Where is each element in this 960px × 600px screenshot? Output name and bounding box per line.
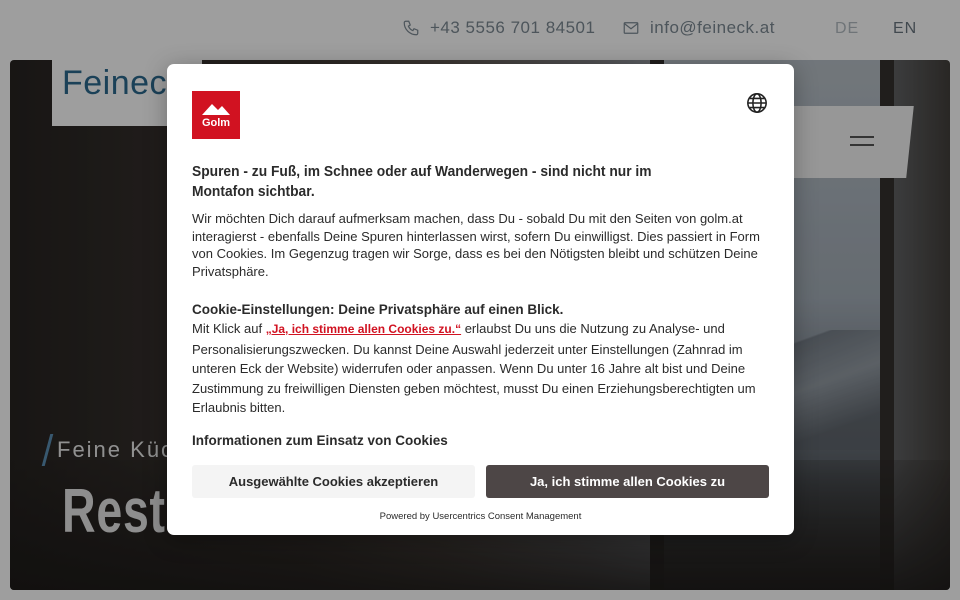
globe-icon[interactable] — [746, 92, 768, 114]
powered-by-text: Powered by Usercentrics Consent Manageme… — [379, 511, 582, 522]
golm-logo: Golm — [192, 91, 240, 139]
cookie-info-link[interactable]: Informationen zum Einsatz von Cookies — [192, 433, 448, 448]
consent-intro: Wir möchten Dich darauf aufmerksam mache… — [192, 211, 760, 279]
cookie-consent-dialog: Golm Spuren - zu Fuß, im Schnee oder auf… — [167, 64, 794, 535]
consent-body-prefix: Mit Klick auf — [192, 321, 266, 336]
accept-selected-button[interactable]: Ausgewählte Cookies akzeptieren — [192, 465, 475, 498]
consent-section-title: Cookie-Einstellungen: Deine Privatsphäre… — [192, 302, 564, 317]
consent-text: Spuren - zu Fuß, im Schnee oder auf Wand… — [192, 162, 772, 418]
golm-logo-text: Golm — [201, 117, 231, 129]
accept-all-inline-link[interactable]: „Ja, ich stimme allen Cookies zu.“ — [266, 322, 461, 336]
consent-headline: Spuren - zu Fuß, im Schnee oder auf Wand… — [192, 163, 652, 200]
consent-body: Mit Klick auf „Ja, ich stimme allen Cook… — [192, 319, 772, 418]
golm-mountain-logo — [202, 104, 230, 115]
accept-all-button[interactable]: Ja, ich stimme allen Cookies zu — [486, 465, 769, 498]
